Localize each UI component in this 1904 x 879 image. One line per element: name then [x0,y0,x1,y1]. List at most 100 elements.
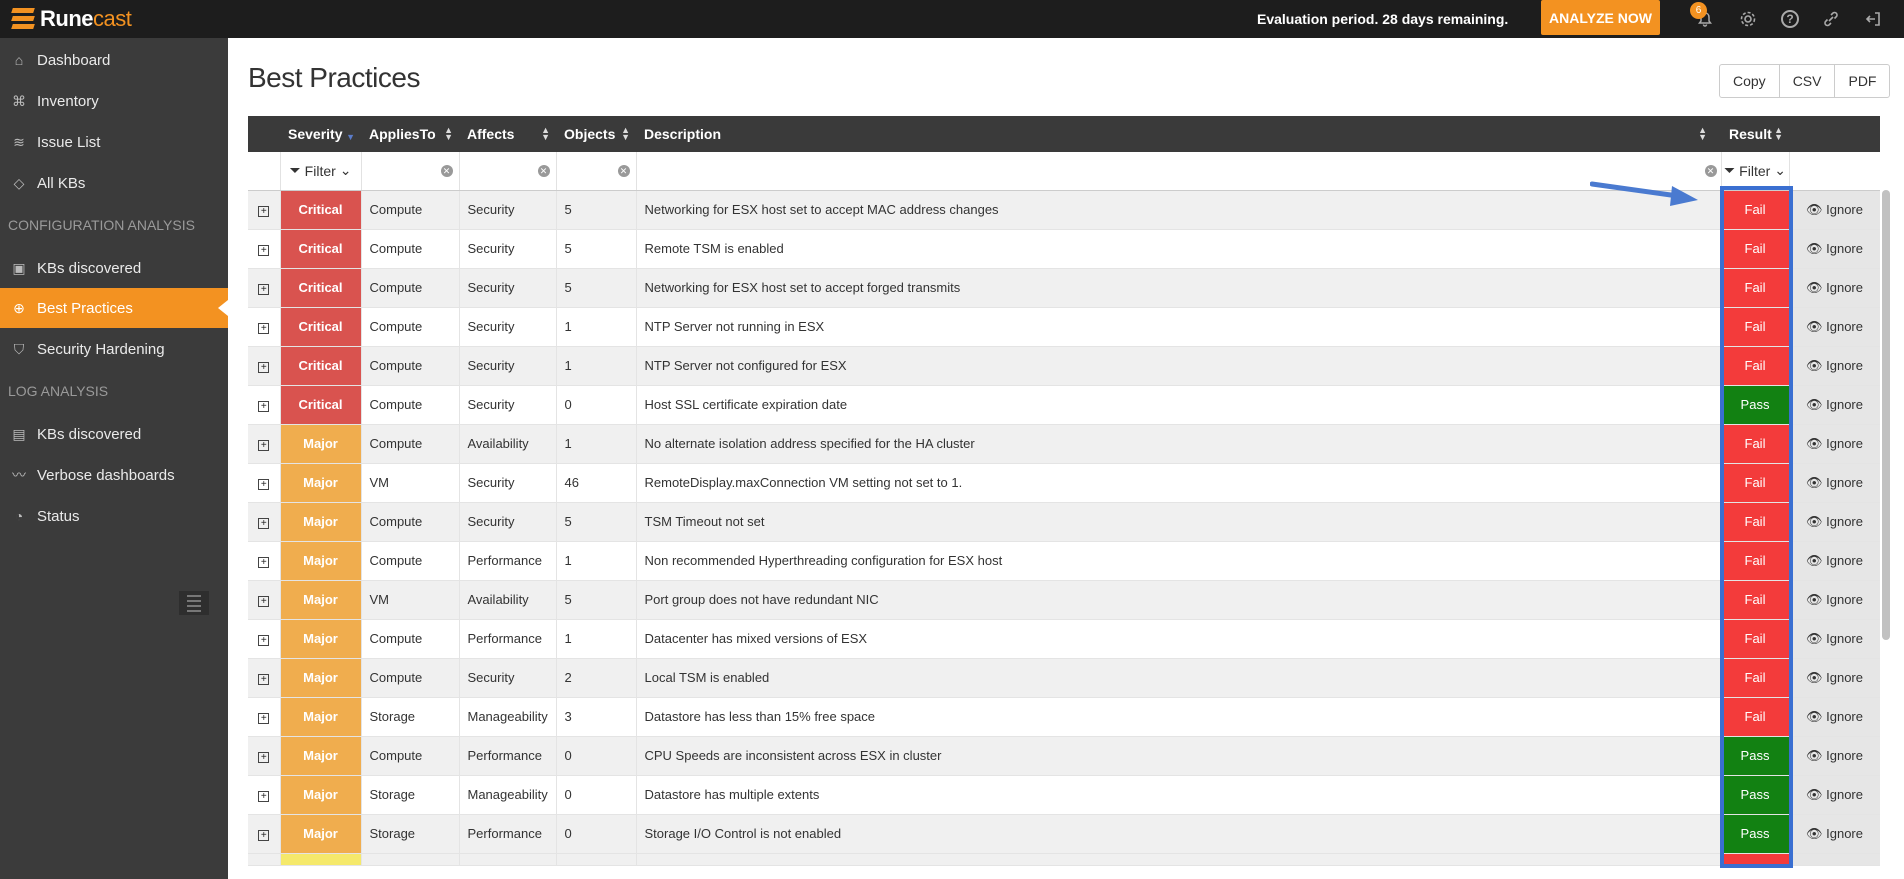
clear-filter-icon[interactable]: ✕ [617,165,630,177]
table-row[interactable]: + Major Storage Manageability 3 Datastore has… [248,697,1880,737]
table-row[interactable]: + Critical Compute Security 5 Remote TSM is e… [248,229,1880,269]
sidebar-item-dashboard[interactable]: ⌂ Dashboard [0,40,228,80]
applies-to-column-header[interactable]: AppliesTo ▲ ▼ [361,116,459,152]
table-row[interactable]: + Critical Compute Security 1 NTP Server not … [248,346,1880,386]
sidebar-collapse-button[interactable] [179,591,209,615]
affects-filter-input[interactable]: ✕ [459,152,557,191]
table-row[interactable]: + Major Storage Performance 0 Storage I/O Con… [248,814,1880,854]
table-row[interactable]: + Major VM Availability 5 Port group does not… [248,580,1880,620]
table-row[interactable]: + Major Compute Performance 0 CPU Speeds are … [248,736,1880,776]
ignore-button[interactable]: 👁︎ Ignore [1789,697,1880,737]
expand-row-button[interactable]: + [248,463,281,503]
expand-row-button[interactable]: + [248,697,281,737]
description-column-header[interactable]: Description ▲ ▼ [636,116,1721,152]
sidebar-item-verbose-dashboards[interactable]: 〰 Verbose dashboards [0,455,228,495]
table-row[interactable]: + Major Storage Manageability 0 Datastore has… [248,775,1880,815]
expand-row-button[interactable]: + [248,736,281,776]
expand-row-button[interactable]: + [248,658,281,698]
expand-row-button[interactable]: + [248,385,281,425]
expand-row-button[interactable]: + [248,541,281,581]
expand-column-header [248,116,280,152]
ignore-label: Ignore [1826,435,1863,451]
sidebar-item-all-kbs[interactable]: ◇ All KBs [0,163,228,203]
table-row[interactable] [248,853,1880,866]
pdf-button[interactable]: PDF [1834,64,1891,98]
expand-row-button[interactable]: + [248,190,281,230]
sidebar-item-status[interactable]: ◔ Status [0,496,228,536]
link-icon[interactable] [1820,8,1842,30]
sidebar-item-security-hardening[interactable]: ⛉ Security Hardening [0,329,228,369]
severity-column-header[interactable]: Severity ▼ [280,116,361,152]
table-row[interactable]: + Major Compute Security 5 TSM Timeout not se… [248,502,1880,542]
book-icon: ▤ [12,425,26,442]
ignore-button[interactable]: 👁︎ Ignore [1789,424,1880,464]
clear-filter-icon[interactable]: ✕ [1704,165,1717,177]
severity-filter[interactable]: ⏷ Filter ⌄ [280,152,362,191]
table-row[interactable]: + Major Compute Availability 1 No alternate i… [248,424,1880,464]
ignore-button[interactable]: 👁︎ Ignore [1789,190,1880,230]
table-row[interactable]: + Major Compute Performance 1 Datacenter has … [248,619,1880,659]
result-filter[interactable]: ⏷ Filter ⌄ [1721,152,1790,191]
ignore-button[interactable]: 👁︎ Ignore [1789,346,1880,386]
ignore-button[interactable]: 👁︎ Ignore [1789,775,1880,815]
sidebar-item-best-practices[interactable]: ⊕ Best Practices [0,288,228,328]
ignore-button[interactable]: 👁︎ Ignore [1789,229,1880,269]
expand-row-button[interactable]: + [248,580,281,620]
ignore-button[interactable]: 👁︎ Ignore [1789,385,1880,425]
ignore-button[interactable]: 👁︎ Ignore [1789,814,1880,854]
runecast-logo[interactable]: Runecast [11,4,132,34]
objects-filter-input[interactable]: ✕ [556,152,637,191]
clear-filter-icon[interactable]: ✕ [537,165,550,177]
objects-column-header[interactable]: Objects ▲ ▼ [556,116,636,152]
ignore-button[interactable]: 👁︎ Ignore [1789,307,1880,347]
plus-box-icon: + [258,752,270,763]
table-row[interactable]: + Major Compute Performance 1 Non recommended… [248,541,1880,581]
ignore-button[interactable]: 👁︎ Ignore [1789,658,1880,698]
result-column-header[interactable]: Result ▲ ▼ [1721,116,1789,152]
sidebar-item-issue-list[interactable]: ≋ Issue List [0,122,228,162]
ignore-button[interactable]: 👁︎ Ignore [1789,502,1880,542]
ignore-button[interactable]: 👁︎ Ignore [1789,268,1880,308]
help-icon[interactable]: ? [1779,8,1801,30]
analyze-now-button[interactable]: ANALYZE NOW [1541,0,1660,35]
table-row[interactable]: + Critical Compute Security 5 Networking for … [248,268,1880,308]
ignore-button[interactable]: 👁︎ Ignore [1789,619,1880,659]
sidebar-item-kbs-discovered-log[interactable]: ▤ KBs discovered [0,414,228,454]
affects-cell: Performance [459,541,557,581]
ignore-button[interactable]: 👁︎ Ignore [1789,463,1880,503]
table-row[interactable]: + Critical Compute Security 5 Networking for … [248,190,1880,230]
applies-to-filter-input[interactable]: ✕ [361,152,460,191]
affects-cell: Security [459,268,557,308]
expand-row-button[interactable]: + [248,268,281,308]
expand-row-button[interactable]: + [248,619,281,659]
sidebar-item-inventory[interactable]: ⌘ Inventory [0,81,228,121]
description-cell: No alternate isolation address specified… [636,424,1722,464]
copy-button[interactable]: Copy [1719,64,1780,98]
affects-cell: Performance [459,814,557,854]
sidebar-item-kbs-discovered-config[interactable]: ▣ KBs discovered [0,248,228,288]
ignore-button[interactable]: 👁︎ Ignore [1789,736,1880,776]
affects-column-header[interactable]: Affects ▲ ▼ [459,116,556,152]
expand-row-button[interactable]: + [248,424,281,464]
applies-to-cell: Compute [361,502,460,542]
expand-row-button[interactable]: + [248,775,281,815]
table-scrollbar[interactable] [1882,190,1890,640]
filter-icon: ⏷ [289,162,301,179]
csv-button[interactable]: CSV [1778,64,1836,98]
clear-filter-icon[interactable]: ✕ [440,165,453,177]
table-row[interactable]: + Major Compute Security 2 Local TSM is enabl… [248,658,1880,698]
table-row[interactable]: + Critical Compute Security 0 Host SSL certif… [248,385,1880,425]
ignore-button[interactable]: 👁︎ Ignore [1789,541,1880,581]
description-filter-input[interactable]: ✕ [636,152,1722,191]
expand-row-button[interactable]: + [248,307,281,347]
table-row[interactable]: + Critical Compute Security 1 NTP Server not … [248,307,1880,347]
severity-cell: Major [280,502,362,542]
expand-row-button[interactable]: + [248,814,281,854]
gear-icon[interactable] [1737,8,1759,30]
logout-icon[interactable] [1862,8,1884,30]
expand-row-button[interactable]: + [248,502,281,542]
expand-row-button[interactable]: + [248,346,281,386]
table-row[interactable]: + Major VM Security 46 RemoteDisplay.maxConne… [248,463,1880,503]
expand-row-button[interactable]: + [248,229,281,269]
ignore-button[interactable]: 👁︎ Ignore [1789,580,1880,620]
